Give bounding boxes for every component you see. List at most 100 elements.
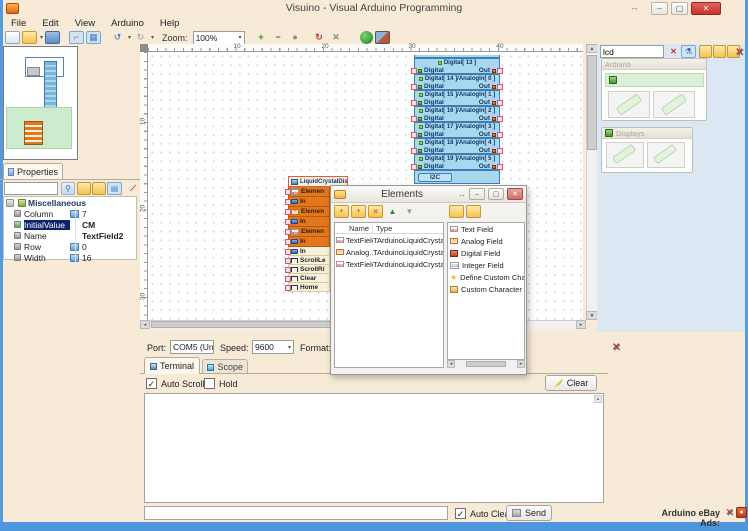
move-up-icon[interactable]: ▲ (385, 205, 400, 218)
hold-checkbox[interactable]: Hold (204, 378, 238, 389)
redo-dropdown-icon[interactable]: ▾ (151, 34, 154, 41)
palette-component-lcd-i2c[interactable] (647, 142, 685, 168)
palette-group-header[interactable]: Displays (602, 128, 692, 139)
element-row-analog[interactable]: ~Analog...TArduinoLiquidCrystal... (335, 246, 443, 258)
lcd-in-pin[interactable]: In (288, 217, 330, 227)
collapse-palette-icon[interactable] (466, 205, 481, 218)
property-row-width[interactable]: Width 16 (4, 252, 136, 263)
send-button[interactable]: Send (506, 505, 552, 521)
undo-dropdown-icon[interactable]: ▾ (128, 34, 131, 41)
property-filter-input[interactable] (4, 182, 58, 195)
add-element-alt-icon[interactable]: + (351, 205, 366, 218)
diagram-overview[interactable] (3, 46, 78, 160)
digital-in-icon[interactable] (418, 117, 422, 121)
checkbox-icon[interactable]: ✓ (455, 508, 466, 519)
terminal-tools-icon[interactable]: ✕ (612, 342, 620, 353)
element-types-hscrollbar[interactable]: ◂ ▸ (447, 360, 525, 368)
lcd-element-row[interactable]: abcElemen (288, 187, 330, 197)
pin-block-digital13[interactable]: Digital[ 13 ] DigitalOut (414, 58, 500, 74)
palette-group-header[interactable]: Arduino (602, 59, 706, 70)
zoom-in-icon[interactable]: + (254, 31, 269, 44)
menu-help[interactable]: Help (153, 17, 187, 30)
clear-search-icon[interactable]: ✕ (667, 45, 680, 58)
lcd-in-pin[interactable]: In (288, 237, 330, 247)
palette-option-icon[interactable] (699, 45, 712, 58)
dock-icon[interactable]: ↔ (458, 190, 466, 199)
elements-minimize-button[interactable]: – (469, 188, 485, 200)
grid-toggle-icon[interactable]: ▦ (86, 31, 101, 44)
scroll-right-icon[interactable]: ▸ (517, 360, 525, 368)
pin-block-digital15[interactable]: Digital[ 15 ]/AnalogIn[ 1 ] DigitalOut (414, 90, 500, 106)
new-project-icon[interactable] (5, 31, 20, 44)
component-search-input[interactable] (600, 45, 664, 58)
add-element-icon[interactable]: + (334, 205, 349, 218)
save-icon[interactable] (45, 31, 60, 44)
category-view-icon[interactable]: ▤ (107, 182, 122, 195)
collapse-all-icon[interactable] (92, 182, 106, 195)
palette-component-lcd[interactable] (606, 142, 644, 168)
port-combo[interactable]: COM5 (Unava▾ (170, 340, 214, 354)
vscroll-thumb[interactable] (587, 55, 597, 150)
upload-icon[interactable] (360, 31, 373, 44)
scroll-left-icon[interactable]: ◂ (447, 360, 455, 368)
lcd-element-row[interactable]: abcElemen (288, 227, 330, 237)
ads-blocker-icon[interactable]: ● (736, 507, 747, 518)
menu-arduino[interactable]: Arduino (104, 17, 151, 30)
lcd-in-pin[interactable]: In (288, 197, 330, 207)
menu-view[interactable]: View (68, 17, 102, 30)
checkbox-icon[interactable] (204, 378, 215, 389)
i2c-block[interactable]: I2C (414, 170, 500, 184)
speed-combo[interactable]: 9600▾ (252, 340, 294, 354)
elements-title-bar[interactable]: Elements ↔ – ▢ ✕ (331, 186, 526, 203)
board-match-row[interactable] (605, 73, 704, 87)
palette-item-text-field[interactable]: abcText Field (448, 223, 524, 235)
redo-icon[interactable]: ↻ (133, 31, 148, 44)
pin-block-digital18[interactable]: Digital[ 18 ]/AnalogIn[ 4 ] DigitalOut (414, 138, 500, 154)
lcd-home-pin[interactable]: Home (288, 283, 330, 292)
out-pin-icon[interactable] (492, 101, 496, 105)
elements-list-header[interactable]: NameType (335, 223, 443, 234)
property-row-row[interactable]: Row 0 (4, 241, 136, 252)
elements-close-button[interactable]: ✕ (507, 188, 523, 200)
digital-in-icon[interactable] (418, 85, 422, 89)
move-down-icon[interactable]: ▼ (402, 205, 417, 218)
digital-in-icon[interactable] (418, 133, 422, 137)
out-pin-icon[interactable] (492, 133, 496, 137)
search-properties-icon[interactable]: ⚲ (61, 182, 75, 195)
terminal-send-input[interactable] (144, 506, 448, 520)
scroll-left-icon[interactable]: ◂ (140, 320, 150, 329)
ads-tools-icon[interactable]: ✕ (724, 507, 735, 518)
palette-tools-icon[interactable]: ✕ (733, 46, 746, 59)
zoom-reset-icon[interactable]: ● (288, 31, 303, 44)
auto-scroll-checkbox[interactable]: ✓Auto Scroll (146, 378, 205, 389)
expand-categories-icon[interactable] (713, 45, 726, 58)
maximize-button[interactable]: ▢ (671, 2, 688, 15)
out-pin-icon[interactable] (492, 149, 496, 153)
delete-element-icon[interactable]: ✕ (368, 205, 383, 218)
out-pin-icon[interactable] (492, 69, 496, 73)
pin-block-digital16[interactable]: Digital[ 16 ]/AnalogIn[ 2 ] DigitalOut (414, 106, 500, 122)
gallery-icon[interactable] (375, 31, 390, 44)
menu-edit[interactable]: Edit (35, 17, 65, 30)
palette-component-lcd[interactable] (608, 91, 650, 118)
property-row-column[interactable]: Column 7 (4, 208, 136, 219)
out-pin-icon[interactable] (492, 117, 496, 121)
minimize-button[interactable]: – (651, 2, 668, 15)
digital-in-icon[interactable] (418, 101, 422, 105)
scroll-right-icon[interactable]: ▸ (576, 320, 586, 329)
lcd-scrollright-pin[interactable]: ScrollRi (288, 265, 330, 274)
palette-item-custom-character-field[interactable]: Custom Character Fi (448, 283, 524, 295)
digital-in-icon[interactable] (418, 165, 422, 169)
tab-terminal[interactable]: Terminal (144, 357, 200, 374)
element-row-textfield2[interactable]: abcTextField2TArduinoLiquidCrystal... (335, 258, 443, 270)
digital-in-icon[interactable] (418, 149, 422, 153)
expand-all-icon[interactable] (77, 182, 91, 195)
palette-item-define-custom-character[interactable]: ★Define Custom Chara (448, 271, 524, 283)
tab-properties[interactable]: Properties (3, 163, 63, 179)
lcd-element-row[interactable]: ~Elemen (288, 207, 330, 217)
undo-icon[interactable]: ↺ (110, 31, 125, 44)
pin-block-digital17[interactable]: Digital[ 17 ]/AnalogIn[ 3 ] DigitalOut (414, 122, 500, 138)
wiring-toggle-icon[interactable]: ⌐ (69, 31, 84, 44)
palette-item-integer-field[interactable]: 123Integer Field (448, 259, 524, 271)
zoom-out-icon[interactable]: − (271, 31, 286, 44)
